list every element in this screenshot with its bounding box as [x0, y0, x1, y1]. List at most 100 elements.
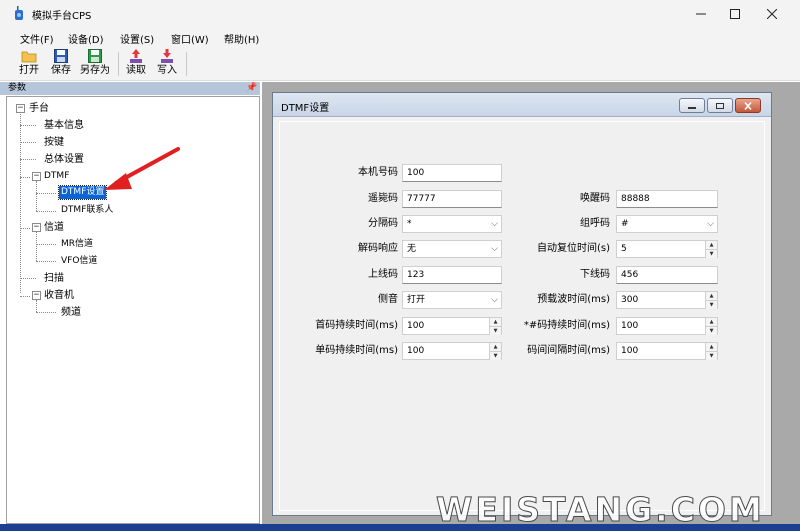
parameter-panel-title: 参数 [8, 83, 27, 93]
tree-connector [20, 159, 36, 160]
auto-reset-time-spinner[interactable]: 5 ▲ ▼ [616, 240, 718, 258]
star-hash-duration-value: 100 [621, 321, 639, 331]
read-button[interactable]: 读取 [123, 48, 149, 80]
save-button[interactable]: 保存 [48, 48, 74, 80]
tree-connector [20, 278, 36, 279]
preload-time-label: 预载波时间(ms) [537, 294, 610, 305]
tree-item-vfo-channel[interactable]: VFO信道 [61, 255, 97, 268]
spin-down-icon[interactable]: ▼ [490, 326, 501, 335]
sidetone-select[interactable]: 打开 ⌵ [402, 291, 502, 309]
menu-window[interactable]: 窗口(W) [171, 31, 209, 46]
tree-connector [36, 211, 56, 212]
star-hash-duration-spinner[interactable]: 100 ▲ ▼ [616, 317, 718, 335]
menu-settings[interactable]: 设置(S) [120, 31, 154, 46]
red-pointer-arrow-icon [104, 147, 180, 190]
spin-up-icon[interactable]: ▲ [490, 343, 501, 351]
tree-connector [20, 142, 36, 143]
toolbar-separator [118, 52, 119, 76]
single-code-duration-label: 单码持续时间(ms) [315, 345, 398, 356]
tree-collapse-toggle[interactable]: − [32, 172, 41, 181]
decode-response-value: 无 [407, 244, 417, 254]
minimize-button[interactable] [684, 0, 718, 27]
save-label: 保存 [51, 65, 71, 76]
write-button[interactable]: 写入 [154, 48, 180, 80]
watermark-text: WEISTANG.COM [436, 490, 765, 530]
tree-item-scan[interactable]: 扫描 [44, 272, 64, 285]
toolbar-separator [186, 52, 187, 76]
code-interval-spinner[interactable]: 100 ▲ ▼ [616, 342, 718, 360]
separator-code-label: 分隔码 [368, 218, 398, 229]
dtmf-window-close-button[interactable] [735, 98, 761, 113]
spinner-buttons: ▲ ▼ [705, 318, 717, 335]
minimize-icon [688, 106, 696, 109]
separator-code-select[interactable]: * ⌵ [402, 215, 502, 233]
tree-item-keys[interactable]: 按键 [44, 136, 64, 149]
spin-up-icon[interactable]: ▲ [490, 318, 501, 326]
tree-item-root[interactable]: 手台 [29, 102, 49, 115]
tree-item-general-settings[interactable]: 总体设置 [44, 153, 84, 166]
first-code-duration-value: 100 [407, 321, 425, 331]
save-as-button[interactable]: 另存为 [78, 48, 112, 80]
open-button[interactable]: 打开 [16, 48, 42, 80]
single-code-duration-spinner[interactable]: 100 ▲ ▼ [402, 342, 502, 360]
tree-collapse-toggle[interactable]: − [32, 223, 41, 232]
restore-icon [716, 102, 724, 109]
tree-item-frequency[interactable]: 频道 [61, 306, 81, 319]
preload-time-spinner[interactable]: 300 ▲ ▼ [616, 291, 718, 309]
spinner-buttons: ▲ ▼ [705, 241, 717, 258]
downlink-code-input[interactable]: 456 [616, 266, 718, 284]
kill-code-input[interactable]: 77777 [402, 190, 502, 208]
spin-up-icon[interactable]: ▲ [706, 241, 717, 249]
spin-up-icon[interactable]: ▲ [706, 292, 717, 300]
spin-down-icon[interactable]: ▼ [706, 326, 717, 335]
tree-connector [20, 111, 21, 293]
decode-response-select[interactable]: 无 ⌵ [402, 240, 502, 258]
dtmf-window-titlebar[interactable]: DTMF设置 [273, 93, 771, 117]
dtmf-settings-window: DTMF设置 本机号码 100 遥毙码 77777 唤醒码 88888 分隔码 … [272, 92, 772, 516]
dtmf-settings-form: 本机号码 100 遥毙码 77777 唤醒码 88888 分隔码 * ⌵ 组呼码… [279, 121, 765, 511]
tree-connector [36, 193, 56, 194]
pin-icon[interactable]: 📌 [246, 83, 257, 94]
dtmf-window-minimize-button[interactable] [679, 98, 705, 113]
single-code-duration-value: 100 [407, 346, 425, 356]
tree-item-dtmf-contacts[interactable]: DTMF联系人 [61, 204, 113, 217]
minimize-icon [696, 13, 706, 14]
read-label: 读取 [126, 65, 146, 76]
local-id-input[interactable]: 100 [402, 164, 502, 182]
menu-help[interactable]: 帮助(H) [224, 31, 259, 46]
maximize-button[interactable] [718, 0, 752, 27]
first-code-duration-spinner[interactable]: 100 ▲ ▼ [402, 317, 502, 335]
tree-item-radio[interactable]: 收音机 [44, 289, 74, 302]
spin-down-icon[interactable]: ▼ [706, 300, 717, 309]
tree-item-basic-info[interactable]: 基本信息 [44, 119, 84, 132]
close-button[interactable] [755, 0, 789, 27]
uplink-code-input[interactable]: 123 [402, 266, 502, 284]
tree-collapse-toggle[interactable]: − [32, 291, 41, 300]
spin-down-icon[interactable]: ▼ [706, 249, 717, 258]
write-to-radio-icon [161, 49, 173, 63]
window-title: 模拟手台CPS [32, 11, 92, 22]
tree-connector [20, 228, 30, 229]
wake-code-input[interactable]: 88888 [616, 190, 718, 208]
menu-file[interactable]: 文件(F) [20, 31, 54, 46]
spinner-buttons: ▲ ▼ [705, 292, 717, 309]
dtmf-window-restore-button[interactable] [707, 98, 733, 113]
tree-connector [36, 181, 37, 211]
group-code-select[interactable]: # ⌵ [616, 215, 718, 233]
spin-up-icon[interactable]: ▲ [706, 343, 717, 351]
tree-collapse-toggle[interactable]: − [16, 104, 25, 113]
chevron-down-icon: ⌵ [491, 219, 498, 229]
spin-down-icon[interactable]: ▼ [490, 351, 501, 360]
menu-bar: 文件(F) 设备(D) 设置(S) 窗口(W) 帮助(H) [0, 27, 800, 46]
tree-item-channel[interactable]: 信道 [44, 221, 64, 234]
tree-item-dtmf[interactable]: DTMF [44, 170, 69, 183]
folder-open-icon [21, 51, 37, 63]
tree-item-mr-channel[interactable]: MR信道 [61, 238, 93, 251]
spin-up-icon[interactable]: ▲ [706, 318, 717, 326]
chevron-down-icon: ⌵ [491, 295, 498, 305]
close-icon [767, 8, 777, 19]
chevron-down-icon: ⌵ [491, 244, 498, 254]
title-bar: 模拟手台CPS [0, 0, 800, 27]
menu-device[interactable]: 设备(D) [68, 31, 104, 46]
spin-down-icon[interactable]: ▼ [706, 351, 717, 360]
